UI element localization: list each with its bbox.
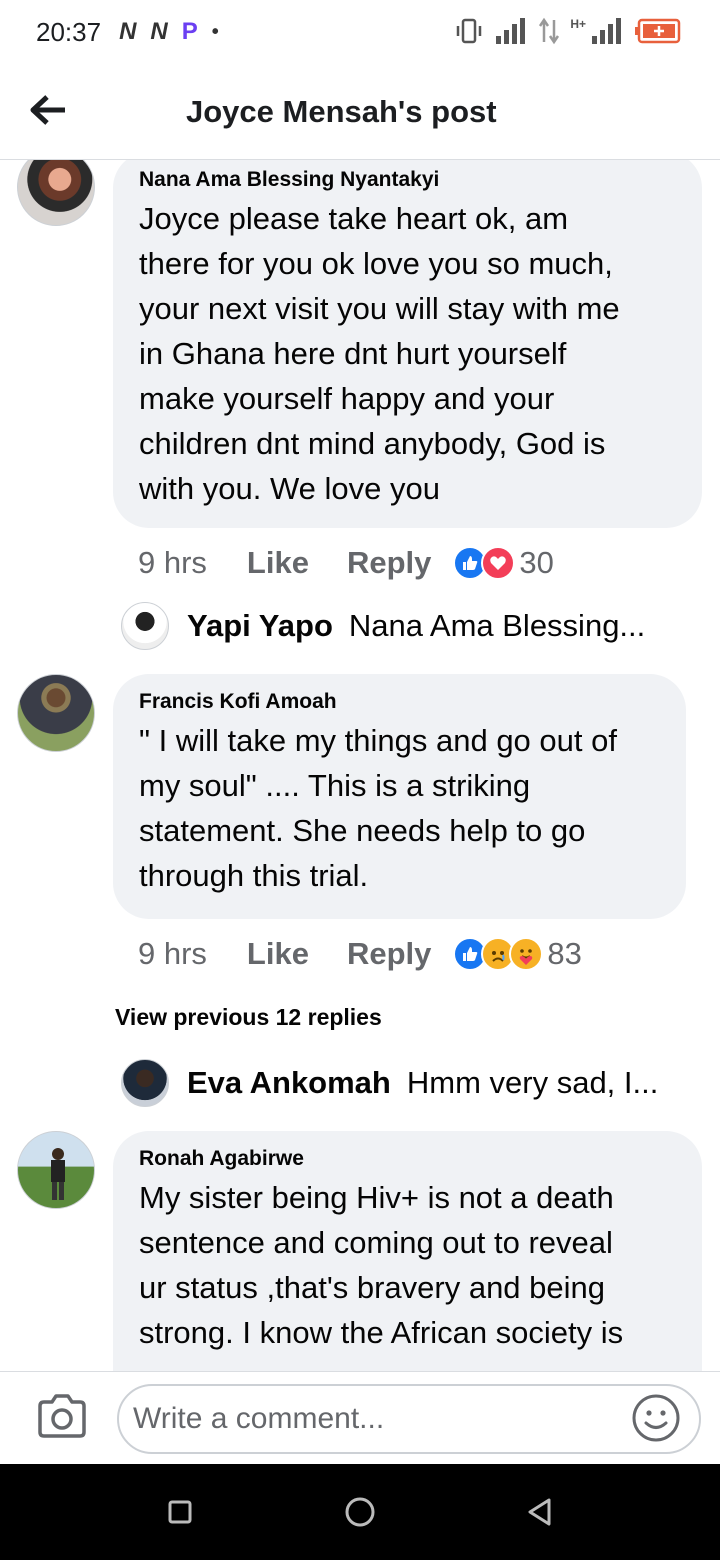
love-reaction-icon: [481, 546, 516, 580]
signal-icon: [592, 18, 621, 44]
reaction-count: 83: [547, 936, 582, 971]
status-time: 20:37: [36, 16, 102, 47]
comment-text: My sister being Hiv+ is not a death sent…: [139, 1175, 676, 1355]
notification-dot-icon: •: [211, 20, 219, 43]
comment-line: children dnt mind anybody, God is: [139, 426, 606, 461]
reply-button[interactable]: Reply: [347, 545, 431, 581]
reply-button[interactable]: Reply: [347, 936, 431, 972]
reply-author: Yapi Yapo: [187, 608, 333, 643]
emoji-button[interactable]: [631, 1393, 681, 1443]
back-button[interactable]: [26, 88, 70, 132]
comment-line: through this trial.: [139, 858, 369, 893]
avatar[interactable]: [17, 1131, 95, 1209]
back-nav-button[interactable]: [520, 1492, 560, 1532]
comment-input[interactable]: [117, 1384, 701, 1454]
comment-line: make yourself happy and your: [139, 381, 555, 416]
comment-line: strong. I know the African society is: [139, 1315, 624, 1350]
comment-line: " I will take my things and go out of: [139, 723, 617, 758]
comment-line: with you. We love you: [139, 471, 440, 506]
comment-text: Joyce please take heart ok, am there for…: [139, 196, 676, 511]
comment-line: sentence and coming out to reveal: [139, 1225, 613, 1260]
avatar: [121, 602, 169, 650]
comment-bubble[interactable]: Ronah Agabirwe My sister being Hiv+ is n…: [113, 1131, 702, 1371]
comment-line: there for you ok love you so much,: [139, 246, 613, 281]
reactions-summary[interactable]: 30: [453, 545, 554, 581]
comment-line: Joyce please take heart ok, am: [139, 201, 569, 236]
comment-line: statement. She needs help to go: [139, 813, 586, 848]
avatar[interactable]: [17, 674, 95, 752]
reply-author: Eva Ankomah: [187, 1065, 391, 1100]
comments-feed[interactable]: Nana Ama Blessing Nyantakyi Joyce please…: [0, 160, 720, 1371]
care-reaction-icon: [509, 937, 544, 971]
notification-icons: N N P •: [119, 18, 219, 46]
reactions-summary[interactable]: 83: [453, 936, 582, 972]
view-previous-replies-link[interactable]: View previous 12 replies: [115, 1004, 382, 1031]
system-nav-bar: [0, 1464, 720, 1560]
reply-preview[interactable]: Yapi Yapo Nana Ama Blessing...: [121, 602, 645, 650]
comment-line: ur status ,that's bravery and being: [139, 1270, 606, 1305]
comment-author[interactable]: Ronah Agabirwe: [139, 1145, 676, 1173]
like-button[interactable]: Like: [247, 545, 309, 581]
comment-bubble[interactable]: Nana Ama Blessing Nyantakyi Joyce please…: [113, 160, 702, 528]
recents-button[interactable]: [160, 1492, 200, 1532]
comment-time: 9 hrs: [138, 936, 207, 971]
reaction-count: 30: [519, 545, 554, 580]
comment-line: your next visit you will stay with me: [139, 291, 620, 326]
network-type-label: H+: [570, 17, 586, 31]
comment-line: My sister being Hiv+ is not a death: [139, 1180, 614, 1215]
notification-n-icon: N: [150, 18, 168, 45]
avatar-figure: [51, 1148, 65, 1200]
reply-text: Hmm very sad, I...: [406, 1065, 659, 1100]
avatar: [121, 1059, 169, 1107]
avatar[interactable]: [17, 160, 95, 226]
comment-actions: 9 hrs Like Reply 30: [138, 543, 568, 583]
triangle-back-icon: [528, 1498, 551, 1526]
reply-text: Nana Ama Blessing...: [348, 608, 646, 643]
reply-preview[interactable]: Eva Ankomah Hmm very sad, I...: [121, 1059, 658, 1107]
square-icon: [168, 1500, 192, 1524]
back-arrow-icon: [30, 95, 65, 125]
page-title: Joyce Mensah's post: [186, 94, 497, 129]
status-right-icons: H+: [454, 16, 682, 46]
comment-text: " I will take my things and go out of my…: [139, 718, 660, 898]
comment-actions: 9 hrs Like Reply 83: [138, 934, 596, 974]
smiley-icon: [632, 1394, 680, 1442]
comment-author[interactable]: Francis Kofi Amoah: [139, 688, 660, 716]
comment-composer: [0, 1371, 720, 1464]
status-bar: 20:37 N N P • H+: [0, 0, 720, 64]
comment-line: my soul" .... This is a striking: [139, 768, 531, 803]
comment-author[interactable]: Nana Ama Blessing Nyantakyi: [139, 166, 676, 194]
comment-bubble[interactable]: Francis Kofi Amoah " I will take my thin…: [113, 674, 686, 919]
comment-time: 9 hrs: [138, 545, 207, 580]
post-header: Joyce Mensah's post: [0, 64, 720, 160]
vibrate-icon: [457, 18, 482, 44]
circle-icon: [345, 1497, 375, 1527]
comment-line: in Ghana here dnt hurt yourself: [139, 336, 567, 371]
like-button[interactable]: Like: [247, 936, 309, 972]
data-arrows-icon: [539, 17, 560, 45]
notification-n-icon: N: [119, 18, 137, 45]
signal-icon: [496, 18, 526, 44]
battery-icon: [635, 18, 681, 44]
home-button[interactable]: [340, 1492, 380, 1532]
camera-button[interactable]: [36, 1392, 88, 1440]
notification-p-icon: P: [181, 18, 198, 45]
camera-icon: [38, 1394, 86, 1438]
